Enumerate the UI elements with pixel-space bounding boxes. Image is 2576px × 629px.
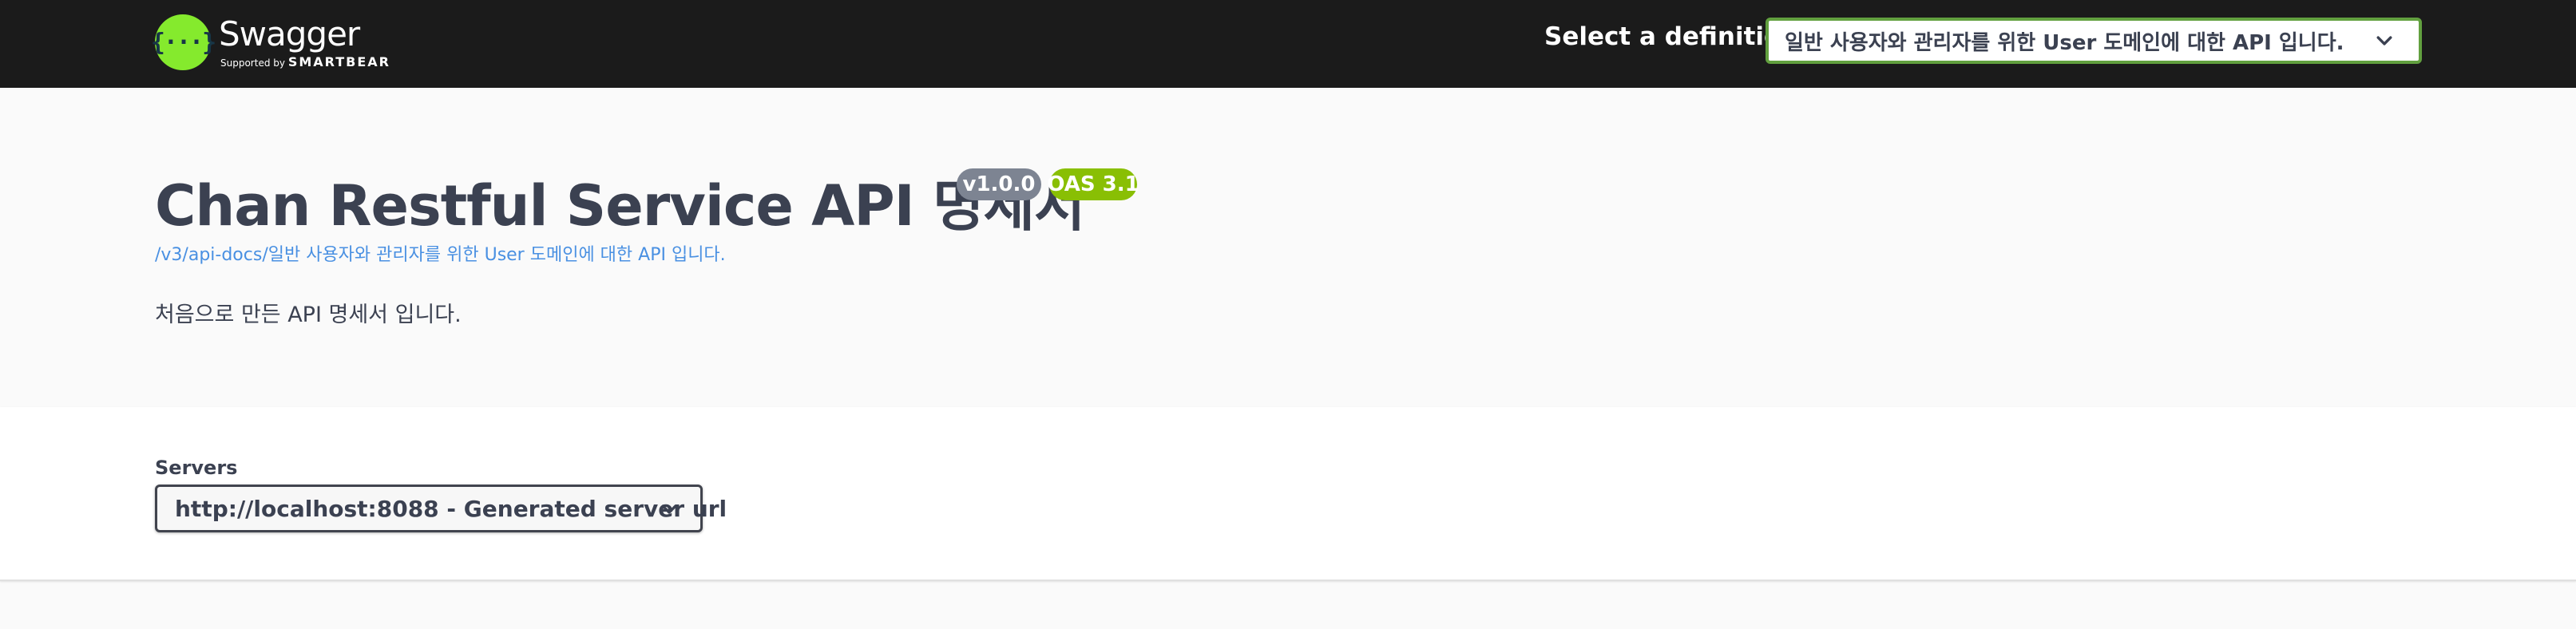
api-docs-link[interactable]: /v3/api-docs/일반 사용자와 관리자를 위한 User 도메인에 대… [155, 240, 726, 266]
api-description: 처음으로 만든 API 명세서 입니다. [155, 303, 462, 327]
page-title: Chan Restful Service API 명세서 [155, 173, 1085, 239]
swagger-logo[interactable]: {···} Swagger Supported by SMARTBEAR [151, 6, 390, 78]
definition-select[interactable]: 일반 사용자와 관리자를 위한 User 도메인에 대한 API 입니다. [1766, 18, 2422, 64]
api-info-section: Chan Restful Service API 명세서 v1.0.0 OAS … [0, 88, 2576, 407]
chevron-down-icon [2376, 36, 2392, 45]
top-bar: {···} Swagger Supported by SMARTBEAR Sel… [0, 0, 2576, 88]
smartbear-text: SMARTBEAR [287, 53, 390, 69]
definition-label: Select a definition [1544, 22, 1799, 51]
swagger-logo-glyph: {···} [150, 28, 216, 57]
oas-badge: OAS 3.1 [1047, 168, 1139, 200]
servers-section: Servers http://localhost:8088 - Generate… [0, 407, 2576, 581]
definition-select-value: 일반 사용자와 관리자를 위한 User 도메인에 대한 API 입니다. [1785, 30, 2344, 55]
chevron-down-icon [661, 504, 677, 514]
servers-select[interactable]: http://localhost:8088 - Generated server… [155, 485, 727, 532]
servers-select-value: http://localhost:8088 - Generated server… [175, 495, 727, 522]
swagger-logo-icon: {···} [151, 14, 216, 70]
brand-name: Swagger [219, 14, 360, 53]
swagger-logo-text: Swagger Supported by SMARTBEAR [219, 14, 390, 69]
version-badge: v1.0.0 [957, 168, 1041, 200]
servers-label: Servers [155, 457, 238, 479]
supported-by-text: Supported by [220, 57, 285, 69]
supported-by: Supported by SMARTBEAR [220, 54, 390, 69]
